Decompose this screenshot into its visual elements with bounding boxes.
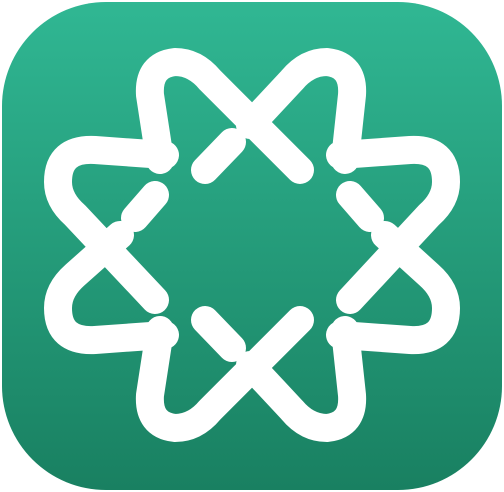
knot-strand-top-cross [191, 128, 246, 184]
knot-strand-left-cross [121, 181, 169, 232]
knot-strand-bottom-cross [191, 306, 246, 362]
knot-strand-right-cross [336, 181, 384, 232]
icon-background [2, 2, 502, 490]
app-icon-graphic [2, 2, 502, 490]
app-icon [0, 0, 504, 492]
